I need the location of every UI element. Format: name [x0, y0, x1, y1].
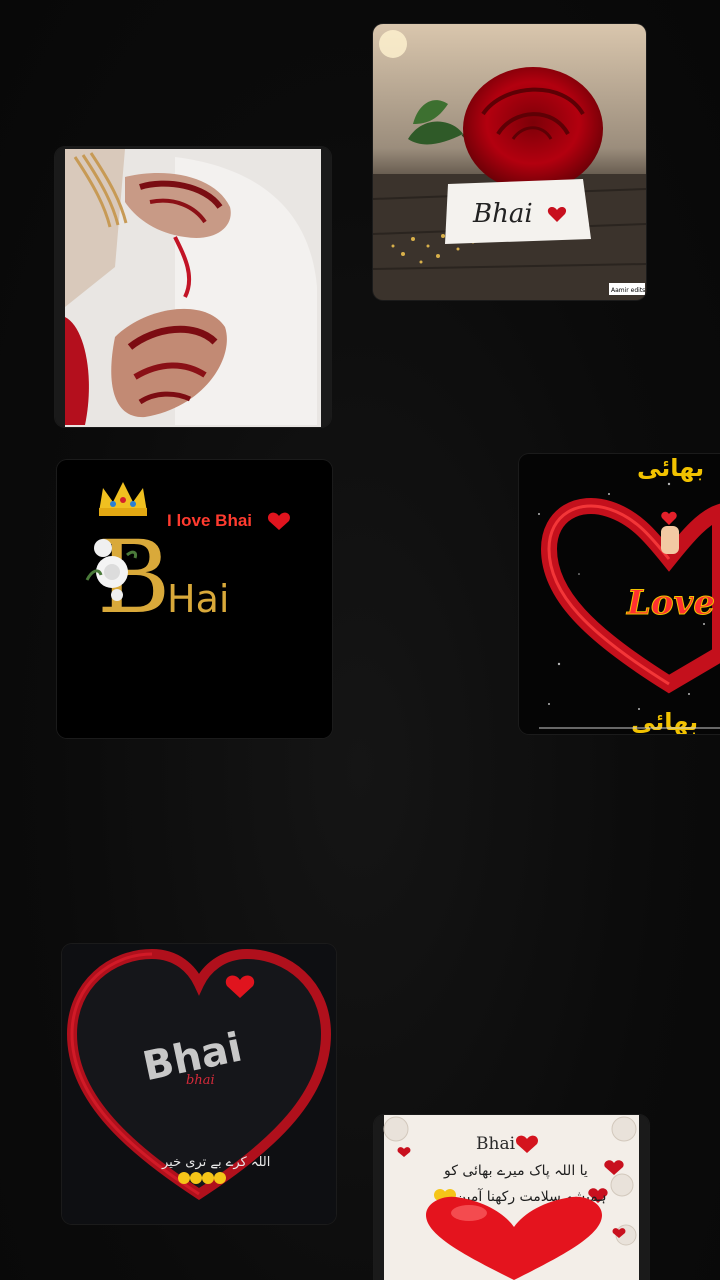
- dua-line1-text: یا اللہ پاک میرے بھائی کو: [443, 1163, 588, 1179]
- love-text: Love: [626, 583, 715, 623]
- love-heart-picture: بھائی Love بھائی: [519, 454, 720, 734]
- bhai-heart-image-card[interactable]: Bhai bhai اللہ کرے بے تری خیر: [62, 944, 336, 1224]
- henna-hands-picture: [55, 147, 331, 427]
- hai-text: Hai: [167, 577, 229, 621]
- i-love-bhai-image-card[interactable]: B I love Bhai Hai: [57, 460, 332, 738]
- bhai-sub-text: bhai: [186, 1073, 215, 1088]
- i-love-bhai-text: I love Bhai: [167, 511, 252, 530]
- urdu-bhai-top-text: بھائی: [637, 454, 704, 482]
- urdu-blessing-text: اللہ کرے بے تری خیر: [161, 1155, 270, 1170]
- bhai-heart-picture: Bhai bhai اللہ کرے بے تری خیر: [62, 944, 336, 1224]
- rose-note-text: Bhai: [472, 199, 533, 229]
- henna-hands-image-card[interactable]: [55, 147, 331, 427]
- rose-note-picture: Bhai Aamir edits: [373, 24, 646, 300]
- urdu-bhai-bottom-text: بھائی: [631, 708, 698, 734]
- love-heart-image-card[interactable]: بھائی Love بھائی: [519, 454, 720, 734]
- watermark-text: Aamir edits: [611, 287, 645, 294]
- dua-picture: Bhai یا اللہ پاک میرے بھائی کو ہمیشہ سلا…: [374, 1115, 649, 1280]
- i-love-bhai-picture: B I love Bhai Hai: [57, 460, 332, 738]
- dua-title-text: Bhai: [476, 1134, 516, 1154]
- rose-note-image-card[interactable]: Bhai Aamir edits: [373, 24, 646, 300]
- dua-image-card[interactable]: Bhai یا اللہ پاک میرے بھائی کو ہمیشہ سلا…: [374, 1115, 649, 1280]
